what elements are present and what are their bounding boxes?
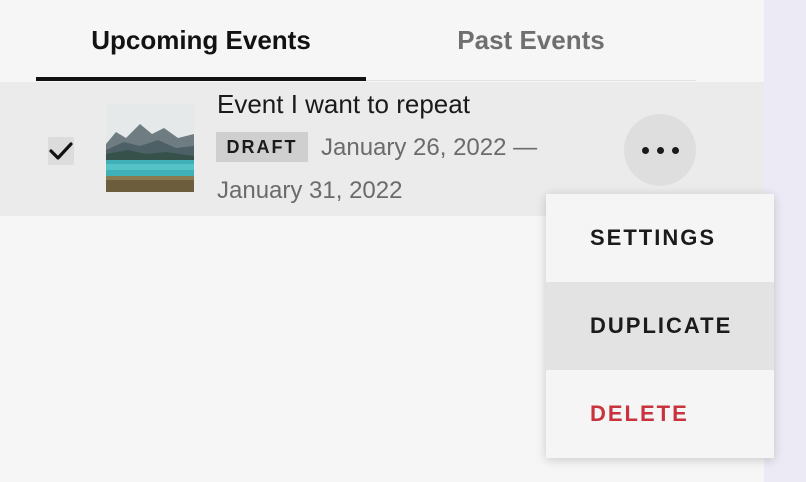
menu-item-delete[interactable]: DELETE: [546, 370, 774, 458]
menu-item-duplicate[interactable]: DUPLICATE: [546, 282, 774, 370]
mountain-lake-photo-icon: [106, 104, 194, 192]
active-tab-indicator: [36, 77, 366, 81]
tab-past-events[interactable]: Past Events: [366, 0, 696, 80]
menu-item-settings[interactable]: SETTINGS: [546, 194, 774, 282]
checkmark-icon: [49, 142, 73, 160]
more-dots-icon: [641, 146, 649, 154]
event-date-end: January 31, 2022: [217, 177, 403, 204]
event-date-start: January 26, 2022 —: [321, 134, 538, 161]
event-actions-menu: SETTINGS DUPLICATE DELETE: [546, 194, 774, 458]
select-checkbox[interactable]: [48, 137, 74, 165]
tab-upcoming-events[interactable]: Upcoming Events: [36, 0, 366, 80]
more-dots-icon: [656, 146, 664, 154]
more-dots-icon: [671, 146, 679, 154]
event-tabs: Upcoming Events Past Events: [0, 0, 696, 82]
event-title[interactable]: Event I want to repeat: [217, 89, 470, 120]
event-thumbnail[interactable]: [106, 104, 194, 192]
more-options-button[interactable]: [624, 114, 696, 186]
status-badge: DRAFT: [216, 132, 308, 162]
